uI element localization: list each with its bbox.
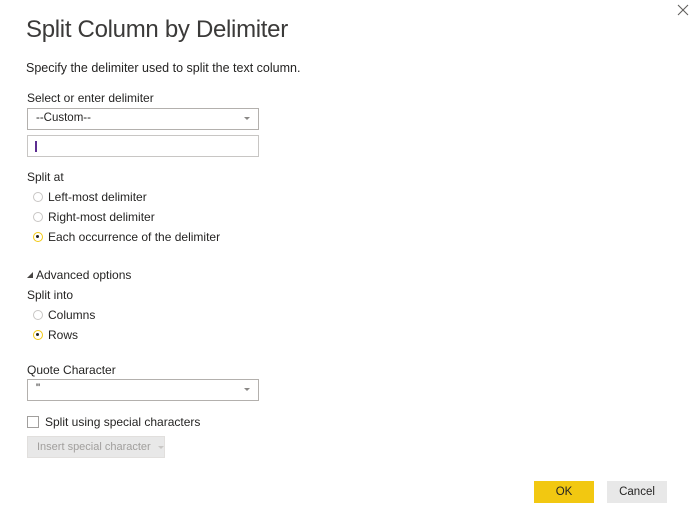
insert-special-character-button[interactable]: Insert special character — [27, 436, 165, 458]
radio-label: Right-most delimiter — [48, 210, 155, 224]
radio-label: Left-most delimiter — [48, 190, 147, 204]
radio-each-occurrence[interactable]: Each occurrence of the delimiter — [33, 230, 220, 244]
close-icon — [677, 4, 689, 16]
radio-rows[interactable]: Rows — [33, 328, 78, 342]
chevron-down-icon — [244, 388, 250, 391]
quote-character-select[interactable]: " — [27, 379, 259, 401]
quote-character-selected-value: " — [36, 383, 41, 395]
advanced-options-label: Advanced options — [36, 268, 132, 282]
cancel-button[interactable]: Cancel — [607, 481, 667, 503]
radio-button-checked-icon — [33, 232, 43, 242]
radio-button-icon — [33, 212, 43, 222]
ok-button[interactable]: OK — [534, 481, 594, 503]
radio-button-icon — [33, 192, 43, 202]
radio-label: Columns — [48, 308, 96, 322]
delimiter-select[interactable]: --Custom-- — [27, 108, 259, 130]
radio-label: Rows — [48, 328, 79, 342]
split-special-characters-checkbox[interactable]: Split using special characters — [27, 415, 200, 429]
checkbox-icon — [27, 416, 39, 428]
radio-button-checked-icon — [33, 330, 43, 340]
delimiter-label: Select or enter delimiter — [27, 91, 154, 105]
text-cursor — [35, 141, 37, 152]
expand-triangle-icon — [27, 272, 33, 278]
chevron-down-icon — [157, 445, 164, 449]
radio-button-icon — [33, 310, 43, 320]
split-into-label: Split into — [27, 288, 74, 302]
checkbox-label: Split using special characters — [45, 415, 201, 429]
radio-right-most-delimiter[interactable]: Right-most delimiter — [33, 210, 155, 224]
radio-left-most-delimiter[interactable]: Left-most delimiter — [33, 190, 147, 204]
chevron-down-icon — [244, 117, 250, 120]
radio-columns[interactable]: Columns — [33, 308, 95, 322]
delimiter-selected-value: --Custom-- — [36, 112, 91, 124]
insert-special-character-label: Insert special character — [37, 441, 151, 453]
dialog-description: Specify the delimiter used to split the … — [26, 61, 301, 75]
advanced-options-toggle[interactable]: Advanced options — [27, 268, 131, 282]
quote-character-label: Quote Character — [27, 363, 116, 377]
radio-label: Each occurrence of the delimiter — [48, 230, 221, 244]
close-button[interactable] — [675, 2, 691, 18]
dialog-title: Split Column by Delimiter — [26, 16, 288, 43]
split-at-label: Split at — [27, 170, 64, 184]
custom-delimiter-input[interactable] — [27, 135, 259, 157]
